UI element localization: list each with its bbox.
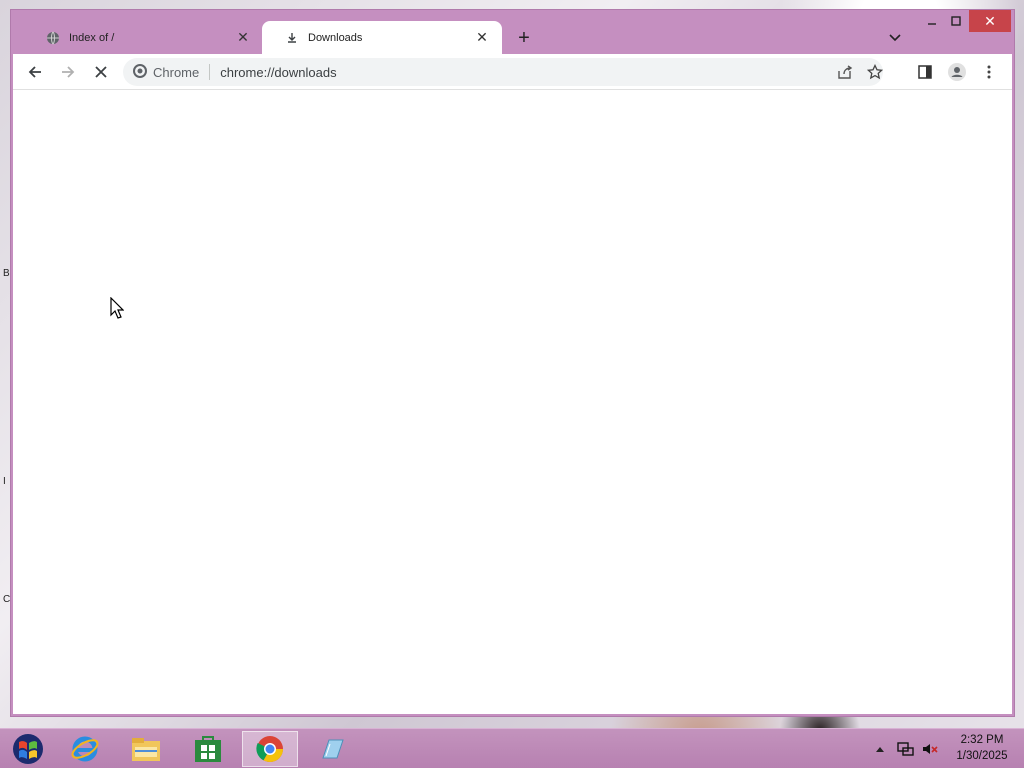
taskbar: 2:32 PM 1/30/2025 bbox=[0, 728, 1024, 768]
page-content bbox=[13, 90, 1012, 714]
stop-loading-icon[interactable] bbox=[87, 58, 115, 86]
tab-label: Downloads bbox=[308, 31, 363, 44]
system-clock[interactable]: 2:32 PM 1/30/2025 bbox=[950, 732, 1014, 764]
menu-kebab-icon[interactable] bbox=[975, 58, 1003, 86]
url-text[interactable]: chrome://downloads bbox=[220, 65, 336, 80]
back-arrow-icon[interactable] bbox=[21, 58, 49, 86]
store-icon[interactable] bbox=[180, 731, 236, 767]
close-tab-icon[interactable]: ✕ bbox=[474, 29, 490, 46]
site-chip-label: Chrome bbox=[153, 64, 200, 80]
tab-label: Index of / bbox=[69, 31, 115, 44]
maximize-button[interactable] bbox=[945, 10, 967, 32]
new-tab-button[interactable]: + bbox=[511, 25, 537, 51]
tab-downloads[interactable]: Downloads ✕ bbox=[262, 21, 502, 54]
share-icon[interactable] bbox=[833, 62, 857, 82]
clock-time: 2:32 PM bbox=[960, 734, 1004, 746]
chrome-taskbar-icon[interactable] bbox=[242, 731, 298, 767]
minimize-button[interactable] bbox=[921, 10, 943, 32]
tab-index-of[interactable]: Index of / ✕ bbox=[23, 21, 263, 54]
address-bar[interactable]: Chrome chrome://downloads bbox=[123, 58, 883, 86]
show-hidden-icons-icon[interactable] bbox=[876, 729, 884, 768]
clock-date: 1/30/2025 bbox=[956, 750, 1008, 762]
network-icon[interactable] bbox=[897, 729, 915, 768]
notepad-icon[interactable] bbox=[304, 731, 360, 767]
start-button[interactable] bbox=[0, 731, 56, 767]
chrome-icon bbox=[133, 63, 147, 81]
desktop-edge-letter: B bbox=[3, 268, 10, 279]
mouse-cursor-icon bbox=[110, 296, 125, 324]
window-close-button[interactable]: ✕ bbox=[969, 10, 1011, 32]
omnibox-divider bbox=[209, 64, 211, 80]
desktop-edge-letter: I bbox=[3, 476, 6, 487]
volume-muted-icon[interactable] bbox=[921, 729, 939, 768]
title-bar: Index of / ✕ Downloads ✕ + ✕ bbox=[11, 10, 1014, 54]
bookmark-star-icon[interactable] bbox=[863, 62, 887, 82]
site-chip[interactable]: Chrome bbox=[133, 63, 200, 81]
globe-icon bbox=[45, 30, 61, 46]
file-explorer-icon[interactable] bbox=[118, 731, 174, 767]
download-icon bbox=[284, 30, 300, 46]
side-panel-icon[interactable] bbox=[911, 58, 939, 86]
tab-search-chevron-icon[interactable] bbox=[883, 26, 907, 50]
browser-window: Index of / ✕ Downloads ✕ + ✕ Chrome chro… bbox=[10, 9, 1015, 717]
forward-arrow-icon[interactable] bbox=[54, 58, 82, 86]
browser-toolbar: Chrome chrome://downloads bbox=[13, 54, 1012, 90]
close-tab-icon[interactable]: ✕ bbox=[235, 29, 251, 46]
internet-explorer-icon[interactable] bbox=[57, 731, 113, 767]
profile-avatar-icon[interactable] bbox=[943, 58, 971, 86]
